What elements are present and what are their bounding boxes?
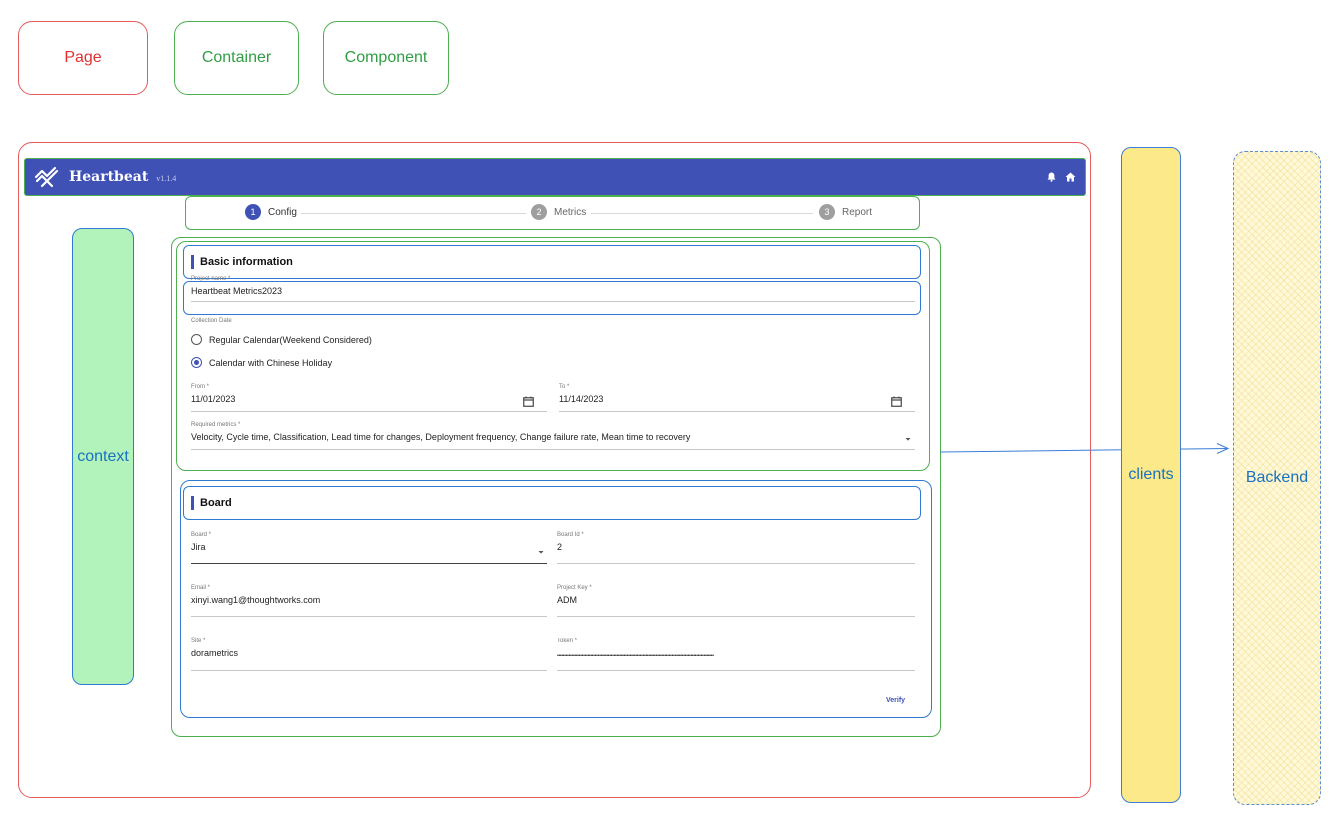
legend-container: Container [174,21,299,95]
site-field[interactable]: Site * dorametrics [191,638,238,658]
project-name-field[interactable]: Project name * Heartbeat Metrics2023 [191,276,282,296]
step-label: Metrics [554,206,587,218]
step-report[interactable]: 3 Report [819,204,872,220]
field-underline [191,563,547,564]
board-id-label: Board Id * [557,532,584,538]
backend-annotation: Backend [1233,151,1321,805]
clients-annotation: clients [1121,147,1181,803]
bell-icon[interactable] [1047,172,1056,182]
required-metrics-value[interactable]: Velocity, Cycle time, Classification, Le… [191,432,690,442]
step-connector [301,213,526,214]
brand-name: Heartbeat [69,169,149,185]
step-connector [591,213,813,214]
radio-button[interactable] [191,334,202,345]
step-number: 3 [819,204,835,220]
required-metrics-label: Required metrics * [191,422,241,428]
collection-date-label: Collection Date [191,318,232,324]
field-underline [191,670,547,671]
field-underline [191,449,915,450]
project-key-value[interactable]: ADM [557,595,592,605]
field-underline [191,411,547,412]
chevron-down-icon[interactable] [537,550,545,555]
required-metrics-select[interactable]: Required metrics * Velocity, Cycle time,… [191,422,690,442]
section-title: Basic information [200,256,293,268]
radio-label: Regular Calendar(Weekend Considered) [209,334,372,345]
radio-chinese-holiday[interactable]: Calendar with Chinese Holiday [191,357,332,368]
project-name-value[interactable]: Heartbeat Metrics2023 [191,286,282,296]
basic-information-header: Basic information [183,245,921,279]
legend-page: Page [18,21,148,95]
section-accent-bar [191,496,194,510]
chevron-down-icon[interactable] [904,437,912,442]
home-icon[interactable] [1065,172,1076,182]
email-value[interactable]: xinyi.wang1@thoughtworks.com [191,595,320,605]
radio-regular-calendar[interactable]: Regular Calendar(Weekend Considered) [191,334,372,345]
app-header: Heartbeat v1.1.4 [24,158,1086,196]
section-accent-bar [191,255,194,269]
board-select[interactable]: Board * Jira [191,532,211,552]
project-name-label: Project name * [191,276,231,282]
email-label: Email * [191,585,211,591]
step-metrics[interactable]: 2 Metrics [531,204,586,220]
section-title: Board [200,497,232,509]
field-underline [559,411,915,412]
heartbeat-logo-icon[interactable] [33,164,61,190]
field-underline [557,563,915,564]
site-label: Site * [191,638,206,644]
radio-label: Calendar with Chinese Holiday [209,357,333,368]
calendar-icon[interactable] [523,396,534,407]
stepper: 1 Config 2 Metrics 3 Report [185,196,920,230]
step-label: Report [842,206,873,218]
token-field[interactable]: Token * ••••••••••••••••••••••••••••••••… [557,638,915,659]
legend-component: Component [323,21,449,95]
from-value[interactable]: 11/01/2023 [191,394,235,404]
email-field[interactable]: Email * xinyi.wang1@thoughtworks.com [191,585,320,605]
to-value[interactable]: 11/14/2023 [559,394,603,404]
field-underline [557,670,915,671]
site-value[interactable]: dorametrics [191,648,238,658]
board-label: Board * [191,532,212,538]
step-config[interactable]: 1 Config [245,204,297,220]
board-id-field[interactable]: Board Id * 2 [557,532,584,552]
verify-button[interactable]: Verify [886,697,905,704]
board-id-value[interactable]: 2 [557,542,584,552]
context-annotation: context [72,228,134,685]
board-value[interactable]: Jira [191,542,211,552]
project-key-field[interactable]: Project Key * ADM [557,585,592,605]
to-label: To * [559,384,570,390]
version-label: v1.1.4 [156,174,177,183]
step-number: 1 [245,204,261,220]
project-key-label: Project Key * [557,585,592,591]
field-underline [191,301,915,302]
request-arrow [939,443,1230,454]
field-underline [191,616,547,617]
token-value[interactable]: ••••••••••••••••••••••••••••••••••••••••… [557,653,915,659]
field-underline [557,616,915,617]
token-label: Token * [557,638,578,644]
step-number: 2 [531,204,547,220]
radio-button-checked[interactable] [191,357,202,368]
from-date-field[interactable]: From * 11/01/2023 [191,384,235,404]
board-header: Board [183,486,921,520]
from-label: From * [191,384,209,390]
project-name-component [183,281,921,315]
to-date-field[interactable]: To * 11/14/2023 [559,384,603,404]
calendar-icon[interactable] [891,396,902,407]
step-label: Config [268,206,297,218]
